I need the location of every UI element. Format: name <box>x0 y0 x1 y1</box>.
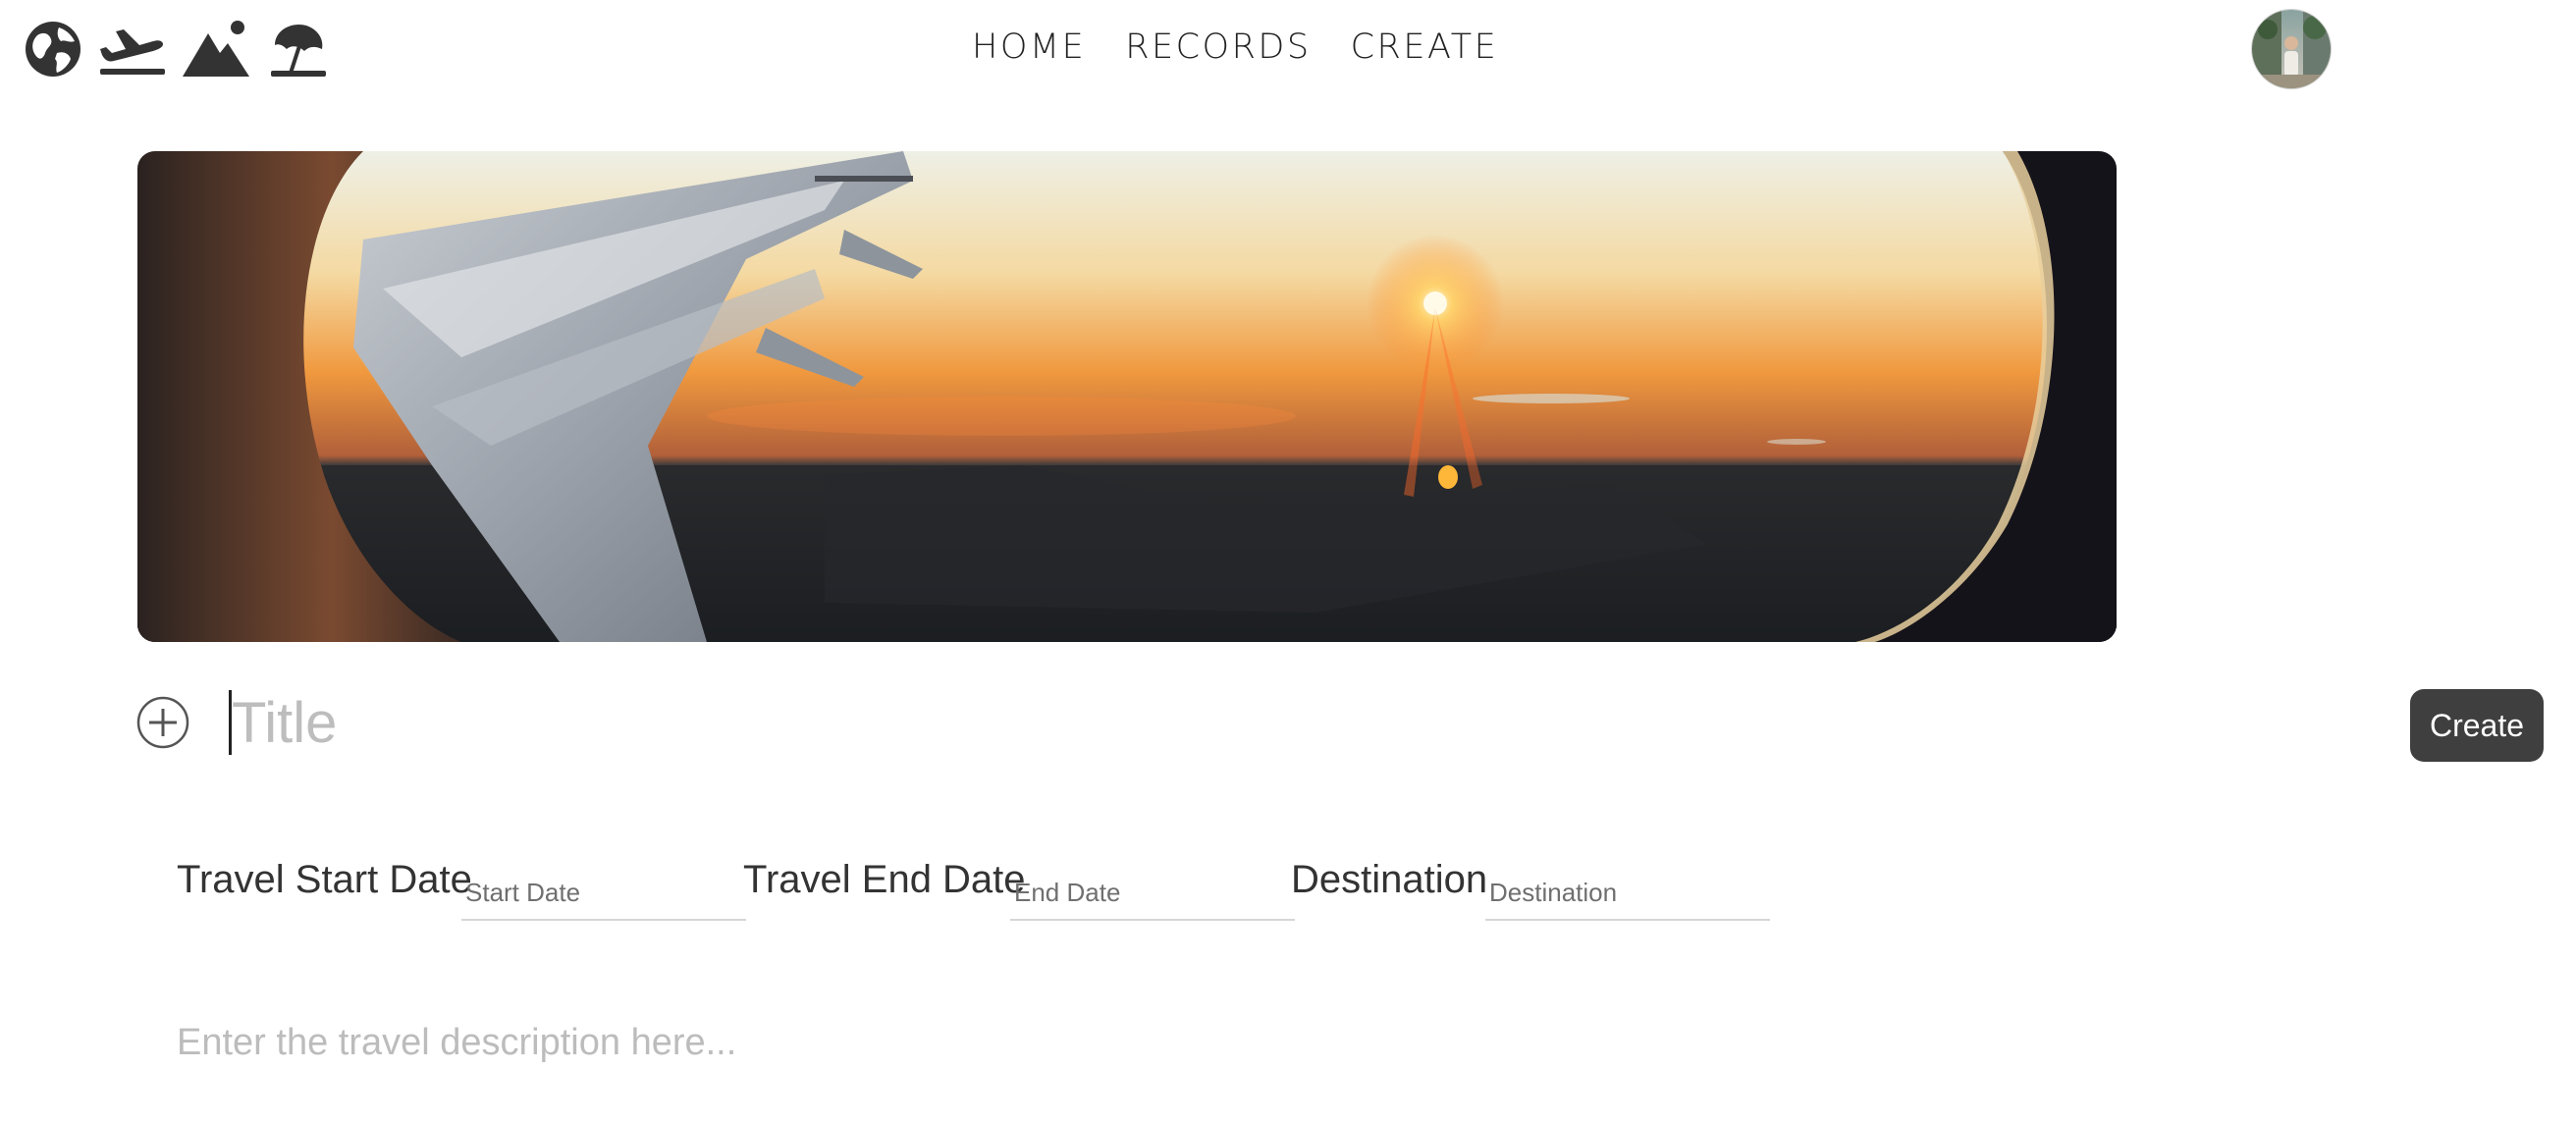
destination-label: Destination <box>1291 858 1488 901</box>
mountain-icon <box>181 20 251 79</box>
text-caret <box>229 690 232 755</box>
brand-logo-icons <box>24 18 330 80</box>
nav-home-link[interactable]: HOME <box>972 27 1086 67</box>
nav-records-link[interactable]: RECORDS <box>1125 27 1311 67</box>
beach-umbrella-icon <box>265 20 330 79</box>
start-date-input[interactable] <box>461 866 746 921</box>
title-input[interactable] <box>228 685 1410 760</box>
create-button[interactable]: Create <box>2410 689 2544 762</box>
globe-icon <box>24 20 82 79</box>
nav-create-link[interactable]: CREATE <box>1351 27 1499 67</box>
end-date-input[interactable] <box>1010 866 1295 921</box>
end-date-label: Travel End Date <box>743 858 1026 901</box>
user-avatar[interactable] <box>2252 10 2331 88</box>
main-nav: HOME RECORDS CREATE <box>972 20 1498 75</box>
start-date-label: Travel Start Date <box>177 858 472 901</box>
airplane-takeoff-icon <box>96 20 167 79</box>
add-cover-button[interactable] <box>136 696 189 749</box>
description-textarea[interactable] <box>177 1011 2101 1074</box>
cover-image-banner <box>137 151 2117 642</box>
destination-input[interactable] <box>1485 866 1770 921</box>
plus-circle-icon <box>136 696 189 749</box>
